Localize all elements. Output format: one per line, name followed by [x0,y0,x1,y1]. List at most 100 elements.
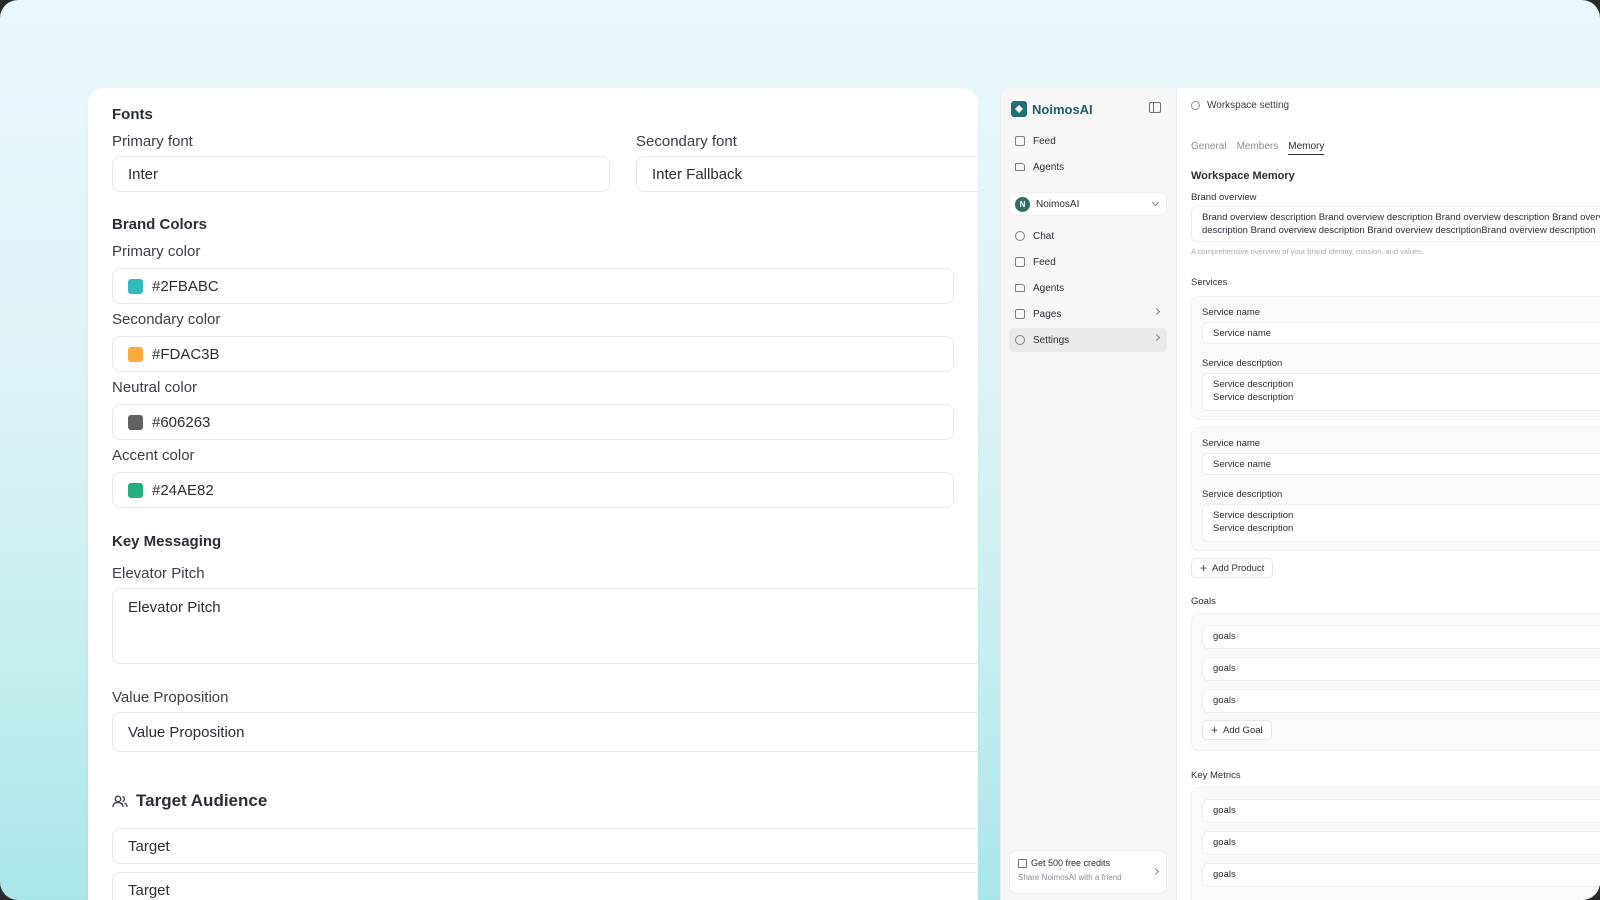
secondary-color-swatch[interactable] [128,346,143,362]
goal-input-1[interactable]: goals [1202,625,1600,649]
service-description-label: Service description [1202,358,1283,369]
feed-icon [1015,257,1025,267]
credits-title: Get 500 free credits [1031,858,1111,868]
workspace-settings-main: Workspace setting General Members Memory… [1177,88,1600,900]
primary-color-label: Primary color [112,243,201,260]
metric-input-1[interactable]: goals [1202,799,1600,823]
gear-icon [1191,101,1200,110]
brand-overview-help: A comprehensive overview of your brand i… [1191,247,1424,256]
primary-font-value: Inter [128,165,159,183]
sidebar-item-label: Pages [1033,308,1062,320]
service-name-input[interactable]: Service name [1202,453,1600,475]
neutral-color-input[interactable]: #606263 [112,404,954,440]
gear-icon [1015,335,1025,345]
primary-font-label: Primary font [112,133,193,150]
secondary-font-value: Inter Fallback [652,165,743,183]
free-credits-card[interactable]: Get 500 free credits Share NoimosAI with… [1009,850,1167,894]
metric-value: goals [1213,869,1236,880]
screen-background: Fonts Primary font Inter Secondary font … [0,0,1600,900]
workspace-avatar: N [1015,196,1030,212]
neutral-color-swatch[interactable] [128,414,143,430]
primary-color-input[interactable]: #2FBABC [112,268,954,304]
secondary-color-input[interactable]: #FDAC3B [112,336,954,372]
goals-card: goals goals goals + Add Goal [1191,613,1600,751]
brand-overview-label: Brand overview [1191,192,1257,203]
service-name-label: Service name [1202,307,1261,318]
sidebar-item-agents-ws[interactable]: Agents [1009,276,1167,300]
primary-font-input[interactable]: Inter [112,156,610,192]
service-name-value: Service name [1213,459,1272,470]
workspace-selector[interactable]: N NoimosAI [1009,192,1167,216]
accent-color-swatch[interactable] [128,482,143,498]
sidebar-item-settings[interactable]: Settings [1009,328,1167,352]
service-description-textarea[interactable]: Service description Service description [1202,373,1600,411]
secondary-font-label: Secondary font [636,133,737,150]
add-goal-label: Add Goal [1223,724,1263,736]
chevron-right-icon [1152,333,1161,342]
primary-color-value: #2FBABC [152,277,219,295]
folder-icon [1015,163,1025,171]
add-product-button[interactable]: + Add Product [1191,558,1274,578]
add-goal-button[interactable]: + Add Goal [1202,720,1272,740]
value-proposition-input[interactable]: Value Proposition [112,712,978,752]
sidebar-item-agents[interactable]: Agents [1009,155,1167,179]
metric-input-2[interactable]: goals [1202,831,1600,855]
chevron-right-icon [1152,307,1161,316]
plus-icon: + [1200,561,1208,575]
sidebar-item-feed-ws[interactable]: Feed [1009,250,1167,274]
sidebar-item-chat[interactable]: Chat [1009,224,1167,248]
service-name-input[interactable]: Service name [1202,322,1600,344]
plus-icon: + [1211,723,1219,737]
sidebar: NoimosAI Feed Agents N NoimosAI Chat Fee… [1001,88,1177,900]
value-proposition-value: Value Proposition [128,723,245,741]
target-input-1[interactable]: Target [112,828,978,864]
goals-label: Goals [1191,596,1216,607]
sidebar-item-label: Agents [1033,161,1065,173]
metric-input-3[interactable]: goals [1202,863,1600,887]
accent-color-label: Accent color [112,447,195,464]
tab-memory[interactable]: Memory [1288,141,1325,155]
accent-color-input[interactable]: #24AE82 [112,472,954,508]
neutral-color-value: #606263 [152,413,211,431]
tab-general[interactable]: General [1191,141,1227,155]
brand-logo[interactable]: NoimosAI [1011,98,1167,120]
feed-icon [1015,136,1025,146]
credits-subtitle: Share NoimosAI with a friend [1018,873,1122,882]
target-input-2[interactable]: Target [112,872,978,900]
brand-overview-textarea[interactable]: Brand overview description Brand overvie… [1191,206,1600,242]
accent-color-value: #24AE82 [152,481,214,499]
secondary-color-label: Secondary color [112,311,221,328]
target-audience-heading: Target Audience [112,791,267,811]
metric-value: goals [1213,837,1236,848]
sidebar-item-label: Feed [1033,256,1056,268]
sidebar-item-pages[interactable]: Pages [1009,302,1167,326]
elevator-pitch-value: Elevator Pitch [128,599,221,616]
sidebar-item-label: Feed [1033,135,1056,147]
folder-icon [1015,284,1025,292]
sidebar-toggle-icon[interactable] [1149,102,1161,113]
service-name-label: Service name [1202,438,1261,449]
goal-input-2[interactable]: goals [1202,657,1600,681]
add-product-label: Add Product [1212,562,1265,574]
target-value-2: Target [128,881,170,899]
primary-color-swatch[interactable] [128,278,143,294]
brand-overview-line-1: Brand overview description Brand overvie… [1202,212,1600,223]
elevator-pitch-label: Elevator Pitch [112,565,205,582]
goal-input-3[interactable]: goals [1202,689,1600,713]
brand-settings-panel: Fonts Primary font Inter Secondary font … [88,88,978,900]
users-icon [112,795,128,807]
workspace-name: NoimosAI [1036,198,1080,210]
service-description-textarea[interactable]: Service description Service description [1202,504,1600,542]
noimos-app-window: NoimosAI Feed Agents N NoimosAI Chat Fee… [1000,88,1600,900]
credits-title-row: Get 500 free credits [1018,858,1158,868]
sidebar-item-feed[interactable]: Feed [1009,129,1167,153]
tab-members[interactable]: Members [1237,141,1279,155]
goal-value: goals [1213,663,1236,674]
service-card-2: Service name Service name Service descri… [1191,427,1600,551]
secondary-font-input[interactable]: Inter Fallback [636,156,978,192]
fonts-heading: Fonts [112,106,153,123]
key-metrics-label: Key Metrics [1191,770,1241,781]
brand-colors-heading: Brand Colors [112,216,208,233]
elevator-pitch-textarea[interactable]: Elevator Pitch [112,588,978,664]
service-description-line-2: Service description [1213,523,1294,534]
